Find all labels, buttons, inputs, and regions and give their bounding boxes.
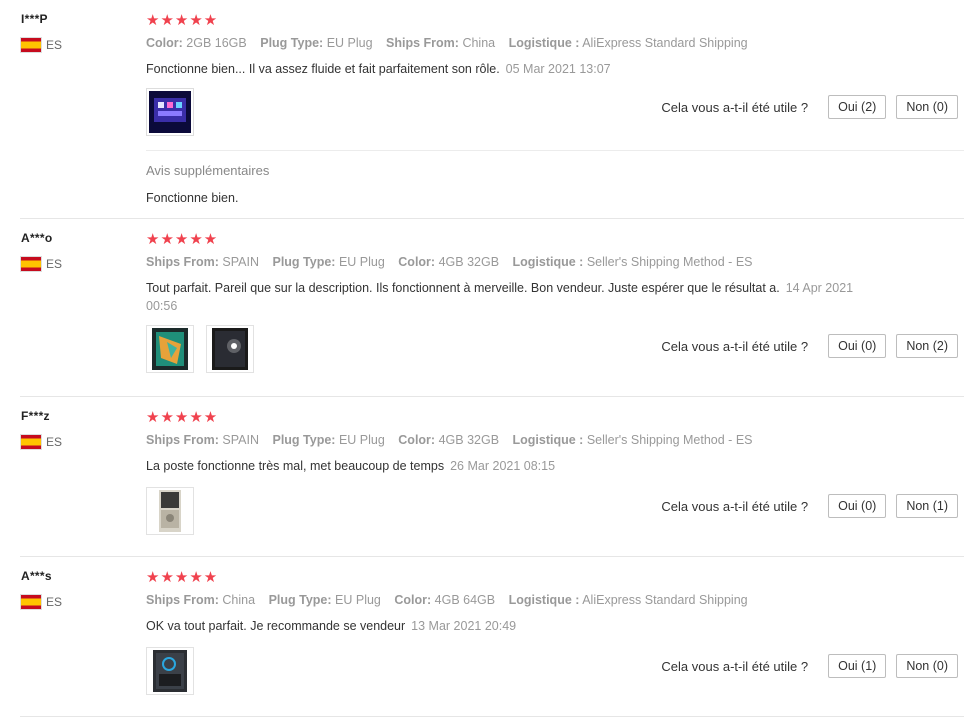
prop-label: Logistique : (508, 36, 580, 50)
helpful-yes-button[interactable]: Oui (2) (828, 95, 887, 119)
helpful-question: Cela vous a-t-il été utile ? (661, 99, 809, 115)
additional-review-text: Fonctionne bien. (146, 191, 239, 205)
helpful-no-button[interactable]: Non (1) (896, 494, 958, 518)
helpful-question: Cela vous a-t-il été utile ? (661, 658, 809, 674)
prop-label: Plug Type: (260, 36, 324, 50)
review-photos (146, 88, 202, 136)
review-item: F***z ES ★★★★★ Ships From: SPAIN Plug Ty… (20, 397, 964, 557)
prop-value: AliExpress Standard Shipping (582, 36, 748, 50)
prop-value: Seller's Shipping Method - ES (586, 433, 753, 447)
prop-value: 4GB 64GB (434, 593, 496, 607)
prop-label: Color: (146, 36, 183, 50)
product-properties: Ships From: SPAIN Plug Type: EU Plug Col… (146, 433, 763, 447)
helpful-no-button[interactable]: Non (2) (896, 334, 958, 358)
spain-flag-icon (21, 257, 41, 271)
prop-label: Logistique : (512, 255, 584, 269)
product-properties: Color: 2GB 16GB Plug Type: EU Plug Ships… (146, 36, 758, 50)
helpful-vote: Cela vous a-t-il été utile ? Oui (2) Non… (661, 95, 958, 119)
review-text: Fonctionne bien... Il va assez fluide et… (146, 62, 500, 76)
helpful-yes-button[interactable]: Oui (1) (828, 654, 887, 678)
review-item: I***P ES ★★★★★ Color: 2GB 16GB Plug Type… (20, 0, 964, 219)
review-date: 26 Mar 2021 08:15 (450, 459, 556, 473)
prop-value: EU Plug (338, 255, 385, 269)
prop-value: Seller's Shipping Method - ES (586, 255, 753, 269)
review-text-block: Tout parfait. Pareil que sur la descript… (146, 279, 876, 315)
prop-label: Color: (394, 593, 432, 607)
spain-flag-icon (21, 435, 41, 449)
helpful-question: Cela vous a-t-il été utile ? (661, 498, 809, 514)
review-photo-thumbnail[interactable] (205, 325, 254, 373)
review-date: 13 Mar 2021 20:49 (411, 619, 517, 633)
rating-stars: ★★★★★ (146, 231, 219, 248)
product-properties: Ships From: SPAIN Plug Type: EU Plug Col… (146, 255, 763, 269)
review-text: OK va tout parfait. Je recommande se ven… (146, 619, 406, 633)
prop-value: 4GB 32GB (438, 433, 500, 447)
review-photos (146, 325, 262, 373)
review-date: 05 Mar 2021 13:07 (505, 62, 611, 76)
review-text-block: Fonctionne bien... Il va assez fluide et… (146, 60, 876, 78)
prop-value: EU Plug (326, 36, 373, 50)
prop-value: SPAIN (222, 433, 259, 447)
rating-stars: ★★★★★ (146, 569, 219, 586)
review-text: Tout parfait. Pareil que sur la descript… (146, 281, 780, 295)
reviewer-country: ES (46, 595, 63, 609)
prop-label: Ships From: (146, 255, 219, 269)
prop-value: EU Plug (335, 593, 381, 607)
prop-label: Ships From: (146, 593, 219, 607)
reviewer-country: ES (46, 257, 63, 271)
prop-label: Plug Type: (272, 255, 336, 269)
review-photos (146, 647, 202, 695)
prop-value: EU Plug (338, 433, 385, 447)
prop-label: Plug Type: (272, 433, 336, 447)
prop-label: Ships From: (386, 36, 459, 50)
prop-value: 4GB 32GB (438, 255, 500, 269)
review-photo-thumbnail[interactable] (146, 325, 194, 373)
prop-value: AliExpress Standard Shipping (582, 593, 748, 607)
spain-flag-icon (21, 38, 41, 52)
prop-label: Plug Type: (268, 593, 332, 607)
prop-label: Logistique : (512, 433, 584, 447)
helpful-yes-button[interactable]: Oui (0) (828, 494, 887, 518)
rating-stars: ★★★★★ (146, 409, 219, 426)
helpful-no-button[interactable]: Non (0) (896, 95, 958, 119)
reviewer-name: F***z (21, 409, 50, 423)
review-item: A***o ES ★★★★★ Ships From: SPAIN Plug Ty… (20, 219, 964, 397)
prop-value: SPAIN (222, 255, 259, 269)
helpful-vote: Cela vous a-t-il été utile ? Oui (0) Non… (661, 334, 958, 358)
review-text-block: La poste fonctionne très mal, met beauco… (146, 457, 876, 475)
additional-review: Avis supplémentaires Fonctionne bien. (146, 150, 964, 205)
product-properties: Ships From: China Plug Type: EU Plug Col… (146, 593, 758, 607)
helpful-vote: Cela vous a-t-il été utile ? Oui (1) Non… (661, 654, 958, 678)
spain-flag-icon (21, 595, 41, 609)
prop-value: China (222, 593, 256, 607)
review-photos (146, 487, 202, 535)
reviewer-country: ES (46, 435, 63, 449)
review-item: A***s ES ★★★★★ Ships From: China Plug Ty… (20, 557, 964, 717)
prop-label: Logistique : (508, 593, 580, 607)
helpful-question: Cela vous a-t-il été utile ? (661, 338, 809, 354)
rating-stars: ★★★★★ (146, 12, 219, 29)
prop-label: Ships From: (146, 433, 219, 447)
review-photo-thumbnail[interactable] (146, 487, 194, 535)
reviewer-name: A***o (21, 231, 53, 245)
prop-value: China (462, 36, 496, 50)
reviewer-name: I***P (21, 12, 48, 26)
helpful-no-button[interactable]: Non (0) (896, 654, 958, 678)
review-photo-thumbnail[interactable] (146, 647, 194, 695)
prop-label: Color: (398, 433, 436, 447)
helpful-vote: Cela vous a-t-il été utile ? Oui (0) Non… (661, 494, 958, 518)
reviewer-name: A***s (21, 569, 52, 583)
reviewer-country: ES (46, 38, 63, 52)
additional-review-title: Avis supplémentaires (146, 163, 270, 178)
review-text-block: OK va tout parfait. Je recommande se ven… (146, 617, 876, 635)
prop-label: Color: (398, 255, 436, 269)
prop-value: 2GB 16GB (186, 36, 247, 50)
review-photo-thumbnail[interactable] (146, 88, 194, 136)
helpful-yes-button[interactable]: Oui (0) (828, 334, 887, 358)
review-text: La poste fonctionne très mal, met beauco… (146, 459, 445, 473)
